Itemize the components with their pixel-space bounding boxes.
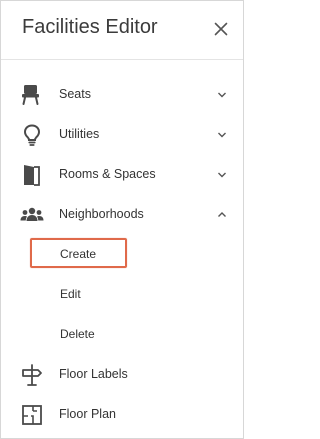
lightbulb-icon xyxy=(20,124,44,146)
subitem-label: Create xyxy=(60,247,97,261)
subitem-edit[interactable]: Edit xyxy=(1,275,243,315)
door-icon xyxy=(20,164,44,186)
nav-item-label: Seats xyxy=(59,87,91,101)
panel-header: Facilities Editor xyxy=(1,1,243,60)
nav-item-label: Floor Labels xyxy=(59,367,128,381)
chevron-down-icon xyxy=(216,90,228,100)
subitem-label: Delete xyxy=(60,327,95,341)
signpost-icon xyxy=(20,364,44,386)
nav-item-rooms-spaces[interactable]: Rooms & Spaces xyxy=(1,155,243,195)
subitem-delete[interactable]: Delete xyxy=(1,315,243,355)
nav-item-floor-labels[interactable]: Floor Labels xyxy=(1,355,243,395)
chevron-down-icon xyxy=(216,170,228,180)
subitem-label: Edit xyxy=(60,287,81,301)
nav-item-label: Floor Plan xyxy=(59,407,116,421)
seat-icon xyxy=(20,84,44,106)
nav-item-neighborhoods[interactable]: Neighborhoods xyxy=(1,195,243,235)
subitem-create[interactable]: Create xyxy=(1,235,243,275)
panel-title: Facilities Editor xyxy=(22,16,158,38)
close-icon xyxy=(214,22,228,36)
nav-item-label: Neighborhoods xyxy=(59,207,144,221)
chevron-down-icon xyxy=(216,130,228,140)
nav-item-seats[interactable]: Seats xyxy=(1,75,243,115)
facilities-editor-panel: Facilities Editor Seats Utilities Rooms … xyxy=(0,0,244,439)
facilities-nav: Seats Utilities Rooms & Spaces Neighborh… xyxy=(1,75,243,435)
close-button[interactable] xyxy=(209,17,233,41)
nav-item-floor-plan[interactable]: Floor Plan xyxy=(1,395,243,435)
people-icon xyxy=(20,204,44,226)
nav-item-label: Utilities xyxy=(59,127,100,141)
chevron-up-icon xyxy=(216,210,228,220)
nav-item-label: Rooms & Spaces xyxy=(59,167,156,181)
floor-plan-icon xyxy=(20,404,44,426)
nav-item-utilities[interactable]: Utilities xyxy=(1,115,243,155)
